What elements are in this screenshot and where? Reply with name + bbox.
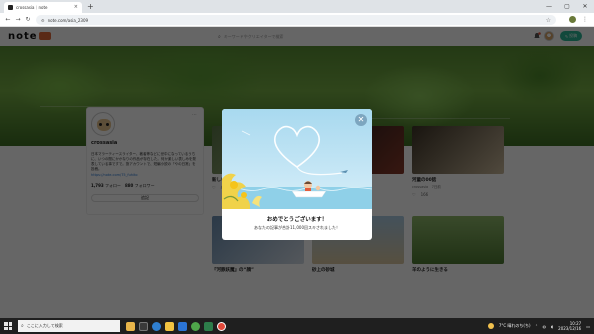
- taskbar-search[interactable]: ⌕ ここに入力して検索: [18, 320, 120, 332]
- volume-icon[interactable]: ◖: [551, 324, 553, 329]
- clock-date: 2023/12/16: [558, 326, 582, 331]
- minimize-button[interactable]: —: [540, 0, 558, 13]
- celebration-illustration: ✕: [222, 109, 372, 209]
- tray-chevron-icon[interactable]: ˄: [536, 324, 538, 329]
- note-favicon-icon: [8, 5, 13, 10]
- clock[interactable]: 10:27 2023/12/16: [558, 321, 581, 331]
- close-window-button[interactable]: ✕: [576, 0, 594, 13]
- close-modal-button[interactable]: ✕: [355, 114, 367, 126]
- new-tab-button[interactable]: +: [87, 2, 94, 11]
- browser-menu-icon[interactable]: ⋮: [582, 16, 588, 23]
- site-info-icon[interactable]: ⚙: [41, 18, 45, 23]
- weather-icon[interactable]: [487, 323, 494, 329]
- maximize-button[interactable]: ▢: [558, 0, 576, 13]
- task-view-icon[interactable]: [126, 321, 135, 331]
- store-icon[interactable]: [178, 321, 187, 331]
- back-arrow-icon[interactable]: ←: [3, 16, 13, 23]
- heart-sky-illustration: [222, 125, 372, 209]
- url-field[interactable]: ⚙ note.com/asia_2309 ☆: [36, 15, 556, 25]
- excel-icon[interactable]: [204, 321, 213, 331]
- congrats-modal: ✕ おめでとうございます！ あなたの記事が合計11,000回スキされました！: [222, 109, 372, 240]
- windows-logo-icon: [4, 322, 12, 330]
- reload-icon[interactable]: ↻: [23, 16, 33, 23]
- chrome-icon[interactable]: [217, 321, 226, 331]
- bookmark-star-icon[interactable]: ☆: [546, 17, 551, 24]
- network-icon[interactable]: ◍: [543, 324, 547, 329]
- weather-text[interactable]: 7°C 晴れのち(ち): [499, 323, 531, 329]
- browser-tab-bar: crossasia｜note × + — ▢ ✕: [0, 0, 594, 13]
- modal-subtitle: あなたの記事が合計11,000回スキされました！: [254, 225, 340, 230]
- forward-arrow-icon[interactable]: →: [13, 16, 23, 23]
- url-text: note.com/asia_2309: [47, 17, 89, 23]
- edge-icon[interactable]: [152, 321, 161, 331]
- tab-title: crossasia｜note: [16, 4, 48, 10]
- address-bar: ← → ↻ ⚙ note.com/asia_2309 ☆ ⋮: [0, 13, 594, 27]
- start-button[interactable]: [0, 318, 16, 334]
- file-explorer-icon[interactable]: [165, 321, 174, 331]
- taskbar-apps: [126, 321, 226, 331]
- notification-icon[interactable]: ▭: [586, 324, 590, 329]
- system-tray: 7°C 晴れのち(ち) ˄ ◍ ◖ 10:27 2023/12/16 ▭: [487, 318, 590, 334]
- taskbar-search-placeholder: ここに入力して検索: [26, 323, 63, 328]
- search-icon: ⌕: [21, 323, 24, 329]
- browser-tab[interactable]: crossasia｜note ×: [4, 2, 82, 13]
- profile-avatar-icon[interactable]: [569, 16, 576, 23]
- line-app-icon[interactable]: [191, 321, 200, 331]
- tab-close-icon[interactable]: ×: [74, 5, 78, 10]
- modal-title: おめでとうございます！: [266, 217, 328, 223]
- window-controls: — ▢ ✕: [540, 0, 594, 13]
- windows-taskbar: ⌕ ここに入力して検索 7°C 晴れのち(ち) ˄ ◍ ◖ 10:27 2023…: [0, 318, 594, 334]
- widgets-icon[interactable]: [139, 321, 148, 331]
